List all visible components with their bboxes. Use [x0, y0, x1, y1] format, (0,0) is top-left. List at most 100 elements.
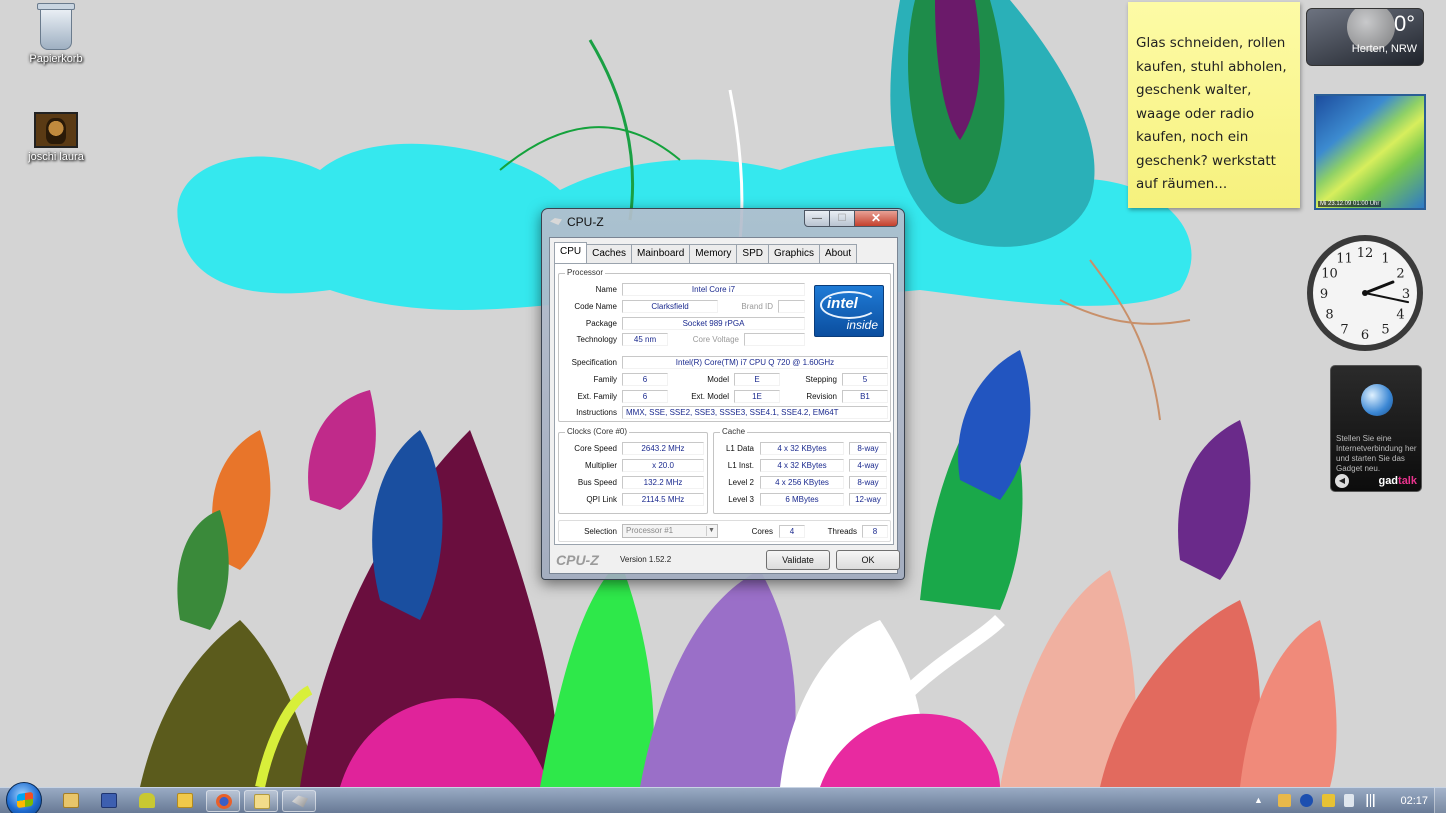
specification-label: Specification	[571, 358, 617, 367]
name-value: Intel Core i7	[622, 283, 805, 296]
cpuz-brand: CPU-Z	[556, 552, 599, 568]
technology-value: 45 nm	[622, 333, 668, 346]
multiplier-value: x 20.0	[622, 459, 704, 472]
cache-legend: Cache	[720, 427, 748, 436]
power-icon[interactable]	[1344, 794, 1354, 807]
codename-label: Code Name	[574, 302, 617, 311]
extfamily-value: 6	[622, 390, 668, 403]
tab-mainboard[interactable]: Mainboard	[631, 244, 691, 263]
clocks-legend: Clocks (Core #0)	[565, 427, 630, 436]
android-icon	[139, 793, 155, 808]
taskbar-app-firefox[interactable]	[206, 790, 240, 812]
ok-button[interactable]: OK	[836, 550, 900, 570]
taskbar-app-save-tool[interactable]	[92, 790, 126, 812]
photo-file-icon	[34, 112, 78, 148]
cache-group: Cache L1 Data 4 x 32 KBytes 8-way L1 Ins…	[713, 427, 891, 514]
package-value: Socket 989 rPGA	[622, 317, 805, 330]
bus-speed-value: 132.2 MHz	[622, 476, 704, 489]
firefox-icon	[216, 794, 232, 809]
clock-numeral: 12	[1357, 246, 1374, 261]
mail-icon[interactable]	[1278, 794, 1291, 807]
taskbar-app-photo-folder[interactable]	[168, 790, 202, 812]
folder-photos-icon	[177, 793, 193, 808]
sticky-note-text[interactable]: Glas schneiden, rollen kaufen, stuhl abh…	[1136, 32, 1290, 197]
clock-numeral: 4	[1396, 308, 1404, 323]
clock-pin	[1362, 290, 1368, 296]
tab-cpu[interactable]: CPU	[554, 242, 588, 263]
desktop-icon-recycle-bin[interactable]: Papierkorb	[16, 3, 96, 65]
core-speed-label: Core Speed	[574, 444, 617, 453]
cache-level3-way: 12-way	[849, 493, 887, 506]
validate-button[interactable]: Validate	[766, 550, 830, 570]
cache-l1-data-way: 8-way	[849, 442, 887, 455]
people-icon[interactable]	[1322, 794, 1335, 807]
gadtalk-gadget[interactable]: Stellen Sie eine Internetverbindung her …	[1330, 365, 1422, 492]
instructions-value: MMX, SSE, SSE2, SSE3, SSSE3, SSE4.1, SSE…	[622, 406, 888, 419]
previous-icon[interactable]: ◀	[1335, 474, 1349, 488]
tab-graphics[interactable]: Graphics	[767, 244, 820, 263]
window-client: CPU Caches Mainboard Memory SPD Graphics…	[549, 237, 900, 574]
cache-level3-label: Level 3	[728, 495, 754, 504]
cpu-tab-panel: Processor Name Intel Core i7 Code Name C…	[554, 263, 894, 545]
selection-label: Selection	[584, 527, 617, 536]
taskbar-app-cpuz[interactable]	[282, 790, 316, 812]
maximize-button[interactable]: ☐	[829, 210, 855, 227]
bluetooth-icon[interactable]	[1300, 794, 1313, 807]
cache-l1-inst-way: 4-way	[849, 459, 887, 472]
clock-numeral: 10	[1321, 267, 1338, 282]
brandid-label: Brand ID	[741, 302, 773, 311]
revision-label: Revision	[806, 392, 837, 401]
package-label: Package	[585, 319, 617, 328]
instructions-label: Instructions	[576, 408, 617, 417]
clock-numeral: 1	[1381, 252, 1389, 267]
gadtalk-message: Stellen Sie eine Internetverbindung her …	[1336, 434, 1417, 473]
intel-logo-inside-text: inside	[846, 318, 878, 332]
tab-about[interactable]: About	[819, 244, 858, 263]
selection-group: Selection Processor #1 ▼ Cores 4 Threads…	[558, 520, 891, 542]
processor-group: Processor Name Intel Core i7 Code Name C…	[558, 268, 891, 422]
processor-select-value: Processor #1	[626, 526, 674, 535]
cache-l1-inst-size: 4 x 32 KBytes	[760, 459, 844, 472]
radar-timestamp: Mi 23.12.09 01:00 Uhr	[1318, 201, 1382, 207]
taskbar-app-android[interactable]	[130, 790, 164, 812]
cache-level2-label: Level 2	[728, 478, 754, 487]
window-titlebar[interactable]: CPU-Z — ☐ ✕	[542, 209, 904, 235]
desktop-icon-joschi-laura[interactable]: joschi laura	[16, 108, 96, 163]
cpuz-window[interactable]: CPU-Z — ☐ ✕ CPU Caches Mainboard Memory …	[541, 208, 905, 580]
start-button[interactable]	[6, 782, 42, 813]
clock-numeral: 2	[1396, 267, 1404, 282]
close-button[interactable]: ✕	[854, 210, 898, 227]
clock-gadget[interactable]: 12 12 3 45678 9 1011	[1305, 233, 1425, 353]
bus-speed-label: Bus Speed	[577, 478, 617, 487]
cores-value: 4	[779, 525, 805, 538]
weather-radar-gadget[interactable]: Mi 23.12.09 01:00 Uhr	[1314, 94, 1426, 210]
model-label: Model	[707, 375, 729, 384]
show-hidden-icons-button[interactable]: ▲	[1254, 795, 1263, 805]
taskbar-clock[interactable]: 02:17	[1400, 795, 1428, 807]
processor-select[interactable]: Processor #1 ▼	[622, 524, 718, 538]
minimize-button[interactable]: —	[804, 210, 830, 227]
clocks-group: Clocks (Core #0) Core Speed 2643.2 MHz M…	[558, 427, 708, 514]
weather-location: Herten, NRW	[1351, 43, 1417, 55]
tab-spd[interactable]: SPD	[736, 244, 769, 263]
family-label: Family	[593, 375, 617, 384]
clock-numeral: 6	[1361, 328, 1369, 343]
taskbar-app-explorer-window[interactable]	[244, 790, 278, 812]
folder-icon	[63, 793, 79, 808]
core-speed-value: 2643.2 MHz	[622, 442, 704, 455]
stepping-value: 5	[842, 373, 888, 386]
sticky-note[interactable]: Glas schneiden, rollen kaufen, stuhl abh…	[1128, 2, 1300, 208]
tab-caches[interactable]: Caches	[586, 244, 633, 263]
gadtalk-logo: gadtalk	[1378, 475, 1417, 487]
intel-logo-text: intel	[827, 295, 858, 312]
show-desktop-button[interactable]	[1434, 788, 1446, 813]
weather-gadget[interactable]: 0° Herten, NRW	[1306, 8, 1424, 66]
revision-value: B1	[842, 390, 888, 403]
weather-temperature: 0°	[1393, 11, 1415, 36]
taskbar-app-windows-explorer[interactable]	[54, 790, 88, 812]
clock-numeral: 11	[1336, 252, 1353, 267]
tab-memory[interactable]: Memory	[689, 244, 738, 263]
multiplier-label: Multiplier	[584, 461, 617, 470]
extfamily-label: Ext. Family	[577, 392, 617, 401]
network-signal-icon[interactable]	[1364, 794, 1377, 807]
